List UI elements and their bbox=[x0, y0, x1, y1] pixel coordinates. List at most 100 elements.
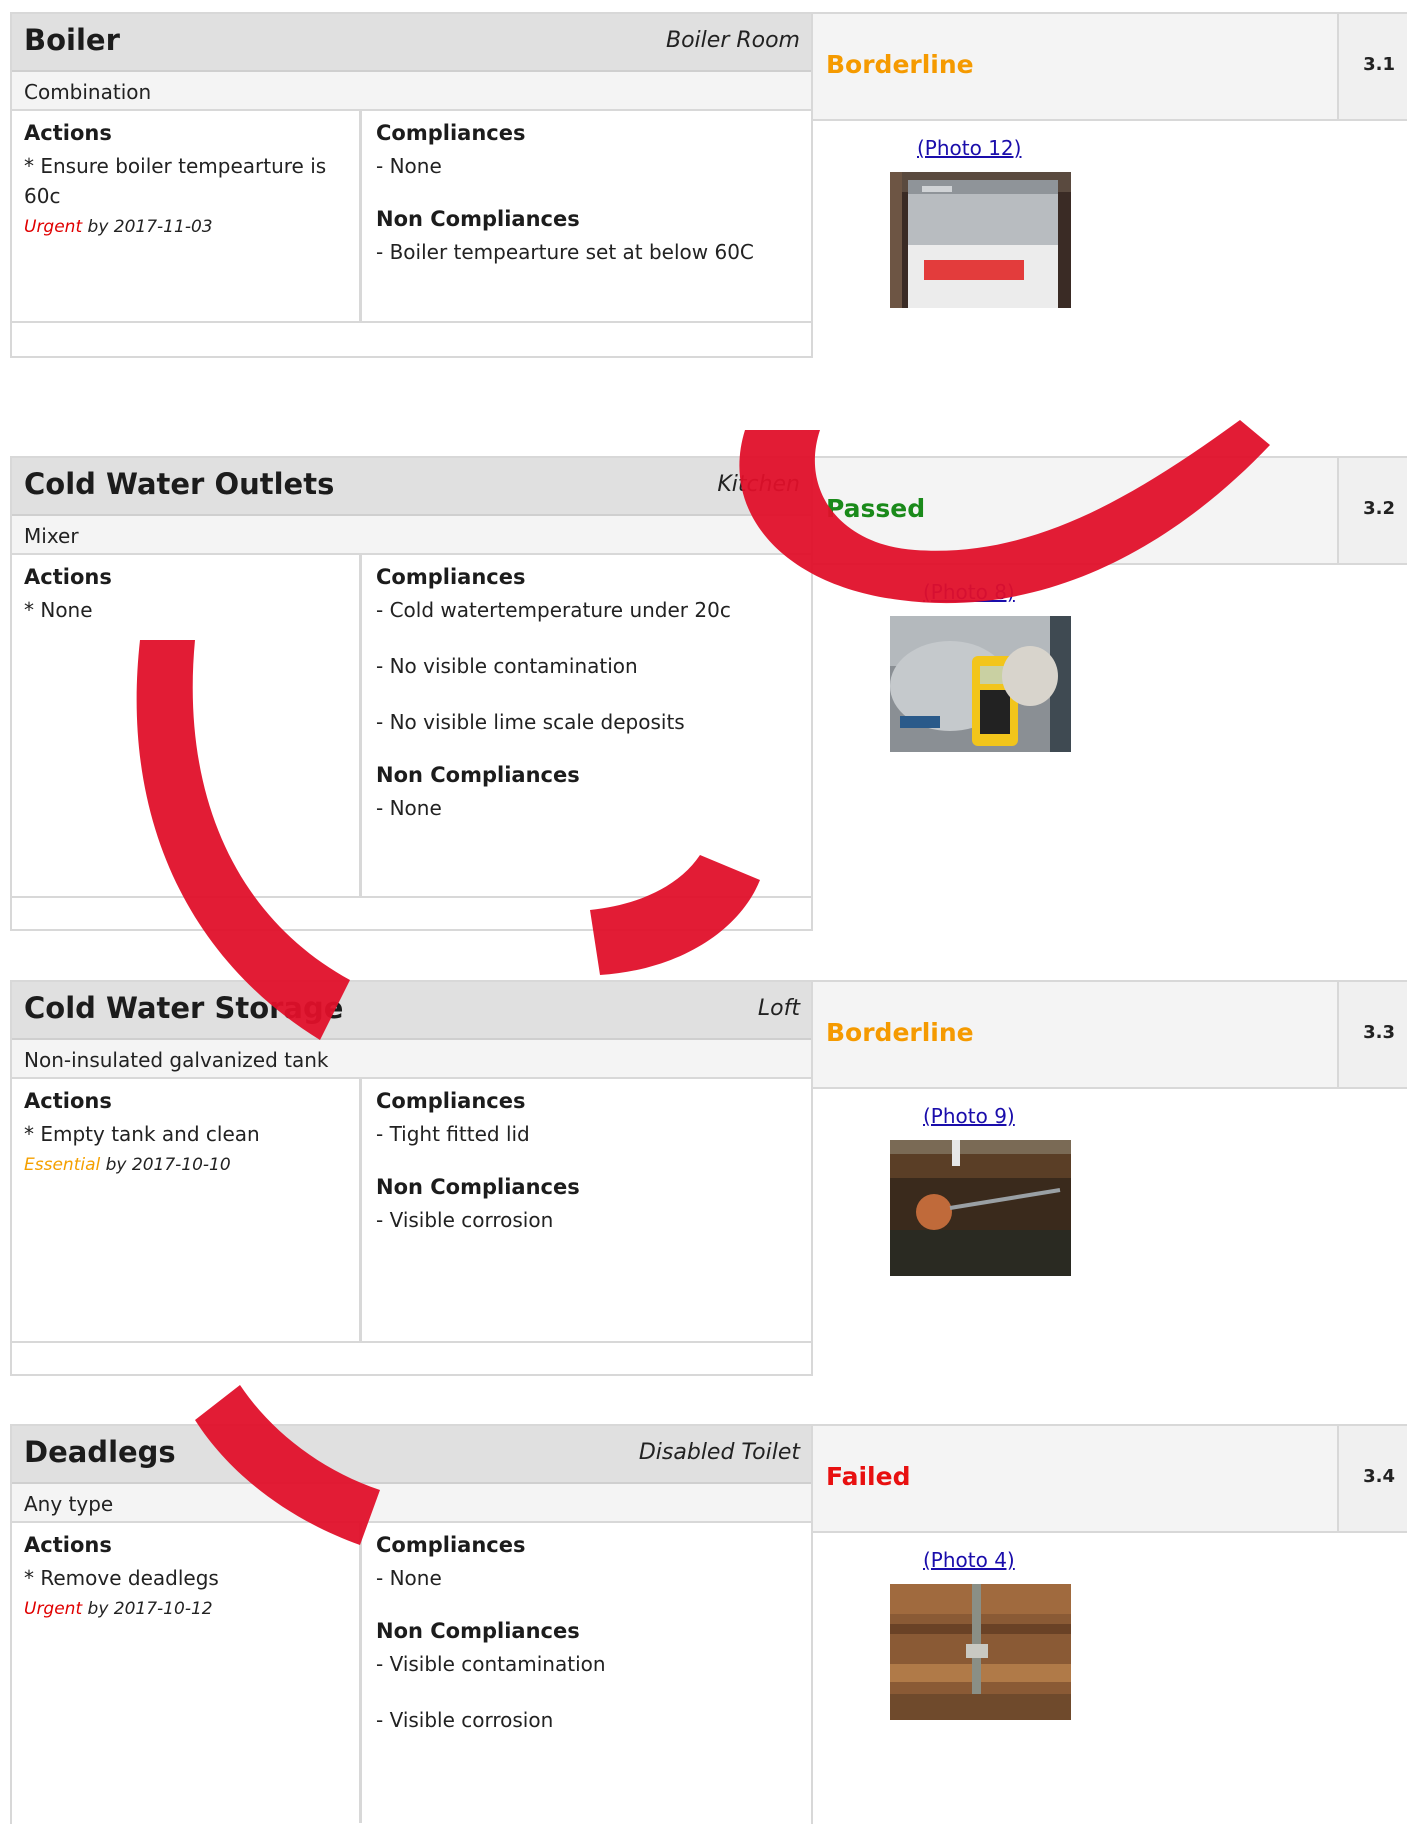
compliance-item: - Cold watertemperature under 20c bbox=[376, 598, 731, 622]
photo-link[interactable]: (Photo 12) bbox=[917, 136, 1021, 160]
record-location: Loft bbox=[757, 996, 800, 1021]
non-compliance-item: - None bbox=[376, 796, 442, 820]
actions-column: Actions * Empty tank and clean Essential… bbox=[12, 1079, 362, 1341]
priority-label: Urgent bbox=[24, 1599, 83, 1619]
action-item: * Ensure boiler tempearture is 60c bbox=[24, 154, 327, 208]
record-location: Boiler Room bbox=[666, 28, 800, 53]
compliance-column: Compliances - None Non Compliances - Vis… bbox=[362, 1523, 812, 1745]
photo-link[interactable]: (Photo 4) bbox=[923, 1548, 1015, 1572]
ref-cell: 3.3 bbox=[1337, 982, 1407, 1087]
boiler-photo-image bbox=[890, 172, 1071, 308]
record-main-table: Cold Water Storage Loft Non-insulated ga… bbox=[10, 980, 812, 1376]
compliances-heading: Compliances bbox=[376, 121, 526, 145]
ref-cell: 3.4 bbox=[1337, 1426, 1407, 1531]
photo-thumbnail-deadlegs[interactable] bbox=[890, 1584, 1071, 1720]
status-row: Failed 3.4 bbox=[813, 1426, 1407, 1533]
action-due: Essential by 2017-10-10 bbox=[24, 1155, 347, 1175]
record-body: Actions * Empty tank and clean Essential… bbox=[12, 1079, 812, 1343]
action-item: * Remove deadlegs bbox=[24, 1566, 219, 1590]
record-boiler: Boiler Boiler Room Combination Actions *… bbox=[10, 12, 1407, 358]
status-row: Borderline 3.1 bbox=[813, 14, 1407, 121]
compliance-item: - None bbox=[376, 1566, 442, 1590]
record-status-panel: Borderline 3.3 (Photo 9) bbox=[811, 980, 1407, 1376]
action-item: * None bbox=[24, 598, 93, 622]
due-date: by 2017-11-03 bbox=[82, 217, 213, 237]
ref-cell: 3.1 bbox=[1337, 14, 1407, 119]
section-ref: 3.3 bbox=[1363, 1022, 1395, 1043]
status-badge: Passed bbox=[826, 494, 926, 523]
actions-column: Actions * None bbox=[12, 555, 362, 896]
thermometer-photo-image bbox=[890, 616, 1071, 752]
priority-label: Urgent bbox=[24, 217, 83, 237]
photo-link[interactable]: (Photo 9) bbox=[923, 1104, 1015, 1128]
photo-thumbnail-cold-water-outlets[interactable] bbox=[890, 616, 1071, 752]
photo-link[interactable]: (Photo 8) bbox=[923, 580, 1015, 604]
record-body: Actions * None Compliances - Cold watert… bbox=[12, 555, 812, 898]
action-due: Urgent by 2017-11-03 bbox=[24, 217, 347, 237]
compliance-column: Compliances - None Non Compliances - Boi… bbox=[362, 111, 812, 277]
non-compliance-item: - Boiler tempearture set at below 60C bbox=[376, 240, 754, 264]
ref-cell: 3.2 bbox=[1337, 458, 1407, 563]
non-compliances-heading: Non Compliances bbox=[376, 1175, 580, 1199]
compliance-item: - None bbox=[376, 154, 442, 178]
record-title: Cold Water Outlets bbox=[24, 467, 335, 501]
non-compliances-heading: Non Compliances bbox=[376, 207, 580, 231]
title-row: Cold Water Outlets Kitchen bbox=[12, 458, 812, 516]
status-row: Borderline 3.3 bbox=[813, 982, 1407, 1089]
record-title: Boiler bbox=[24, 23, 120, 57]
record-main-table: Boiler Boiler Room Combination Actions *… bbox=[10, 12, 812, 358]
record-title: Cold Water Storage bbox=[24, 991, 344, 1025]
actions-heading: Actions bbox=[24, 1533, 112, 1557]
section-ref: 3.1 bbox=[1363, 54, 1395, 75]
record-location: Kitchen bbox=[717, 472, 800, 497]
record-location: Disabled Toilet bbox=[638, 1440, 800, 1465]
compliance-item: - No visible contamination bbox=[376, 654, 638, 678]
action-due: Urgent by 2017-10-12 bbox=[24, 1599, 347, 1619]
photo-thumbnail-boiler[interactable] bbox=[890, 172, 1071, 308]
actions-heading: Actions bbox=[24, 121, 112, 145]
actions-heading: Actions bbox=[24, 565, 112, 589]
record-subtype: Non-insulated galvanized tank bbox=[12, 1040, 812, 1079]
due-date: by 2017-10-12 bbox=[82, 1599, 213, 1619]
record-status-panel: Failed 3.4 (Photo 4) bbox=[811, 1424, 1407, 1824]
record-body: Actions * Remove deadlegs Urgent by 2017… bbox=[12, 1523, 812, 1823]
non-compliance-item: - Visible corrosion bbox=[376, 1708, 554, 1732]
section-ref: 3.2 bbox=[1363, 498, 1395, 519]
deadleg-photo-image bbox=[890, 1584, 1071, 1720]
record-body: Actions * Ensure boiler tempearture is 6… bbox=[12, 111, 812, 323]
action-item: * Empty tank and clean bbox=[24, 1122, 260, 1146]
compliances-heading: Compliances bbox=[376, 565, 526, 589]
record-main-table: Deadlegs Disabled Toilet Any type Action… bbox=[10, 1424, 812, 1824]
status-badge: Failed bbox=[826, 1462, 911, 1491]
non-compliance-item: - Visible corrosion bbox=[376, 1208, 554, 1232]
compliances-heading: Compliances bbox=[376, 1533, 526, 1557]
status-row: Passed 3.2 bbox=[813, 458, 1407, 565]
section-ref: 3.4 bbox=[1363, 1466, 1395, 1487]
non-compliance-item: - Visible contamination bbox=[376, 1652, 606, 1676]
status-badge: Borderline bbox=[826, 1018, 974, 1047]
due-date: by 2017-10-10 bbox=[100, 1155, 231, 1175]
compliance-item: - No visible lime scale deposits bbox=[376, 710, 685, 734]
compliance-column: Compliances - Tight fitted lid Non Compl… bbox=[362, 1079, 812, 1245]
title-row: Deadlegs Disabled Toilet bbox=[12, 1426, 812, 1484]
actions-column: Actions * Ensure boiler tempearture is 6… bbox=[12, 111, 362, 321]
priority-label: Essential bbox=[24, 1155, 101, 1175]
record-subtype: Combination bbox=[12, 72, 812, 111]
compliances-heading: Compliances bbox=[376, 1089, 526, 1113]
record-deadlegs: Deadlegs Disabled Toilet Any type Action… bbox=[10, 1424, 1407, 1824]
record-subtype: Any type bbox=[12, 1484, 812, 1523]
non-compliances-heading: Non Compliances bbox=[376, 1619, 580, 1643]
actions-heading: Actions bbox=[24, 1089, 112, 1113]
photo-thumbnail-cold-water-storage[interactable] bbox=[890, 1140, 1071, 1276]
non-compliances-heading: Non Compliances bbox=[376, 763, 580, 787]
tank-photo-image bbox=[890, 1140, 1071, 1276]
status-badge: Borderline bbox=[826, 50, 974, 79]
record-cold-water-outlets: Cold Water Outlets Kitchen Mixer Actions… bbox=[10, 456, 1407, 931]
title-row: Cold Water Storage Loft bbox=[12, 982, 812, 1040]
record-status-panel: Borderline 3.1 (Photo 12) bbox=[811, 12, 1407, 358]
record-cold-water-storage: Cold Water Storage Loft Non-insulated ga… bbox=[10, 980, 1407, 1376]
compliance-column: Compliances - Cold watertemperature unde… bbox=[362, 555, 812, 833]
record-main-table: Cold Water Outlets Kitchen Mixer Actions… bbox=[10, 456, 812, 931]
title-row: Boiler Boiler Room bbox=[12, 14, 812, 72]
record-status-panel: Passed 3.2 (Photo 8) bbox=[811, 456, 1407, 931]
